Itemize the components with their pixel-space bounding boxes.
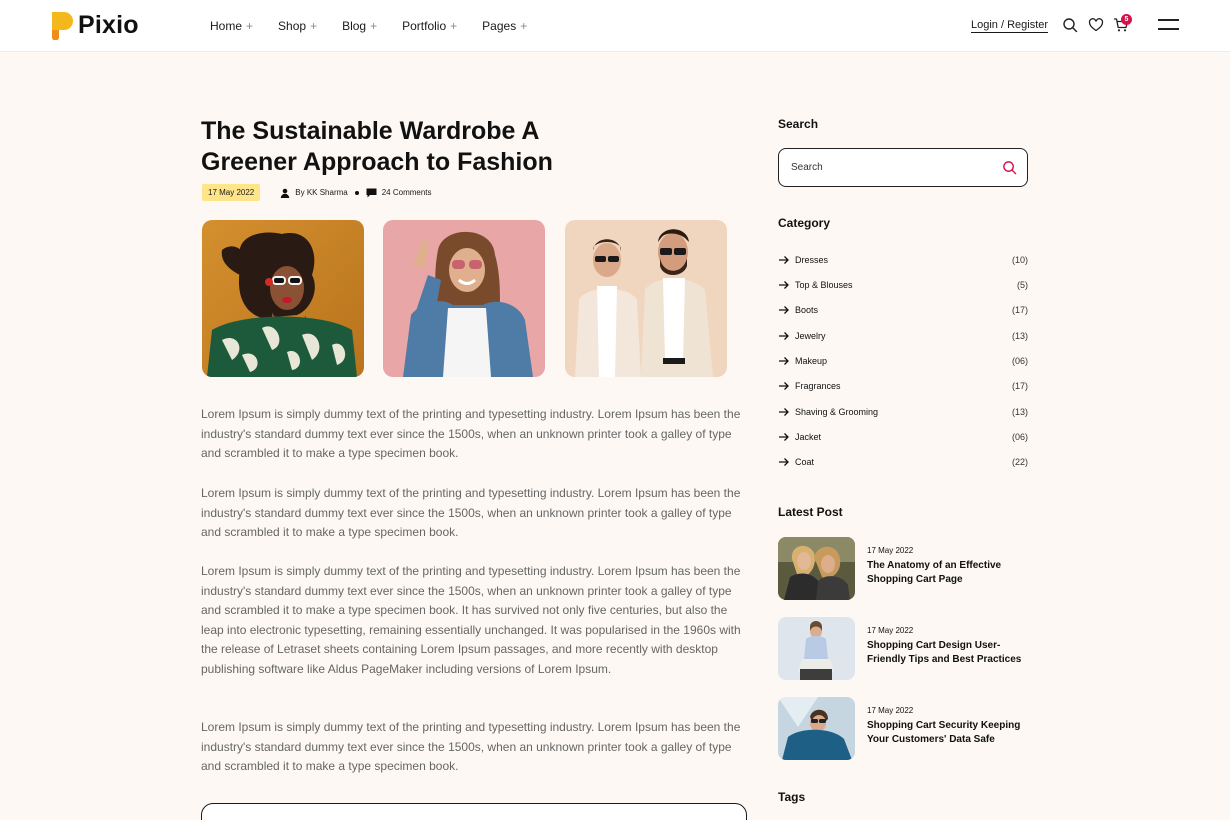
post-title: The Sustainable Wardrobe A Greener Appro… — [201, 117, 553, 176]
category-item-makeup[interactable]: Makeup (06) — [778, 353, 1028, 369]
arrow-right-icon — [779, 357, 789, 365]
search-heading: Search — [778, 117, 819, 131]
category-label: Fragrances — [795, 381, 841, 391]
arrow-right-icon — [779, 256, 789, 264]
category-count: (10) — [1011, 255, 1028, 265]
category-label: Coat — [795, 457, 815, 467]
latest-post-date: 17 May 2022 — [867, 546, 914, 555]
category-item-coat[interactable]: Coat (22) — [778, 454, 1028, 470]
latest-post-item[interactable]: 17 May 2022 Shopping Cart Design User-Fr… — [778, 617, 1028, 680]
post-meta: 17 May 2022 By KK Sharma 24 Comments — [202, 184, 432, 201]
plus-icon: + — [246, 19, 254, 33]
category-count: (06) — [1011, 432, 1028, 442]
gallery-image-woman-denim[interactable] — [383, 220, 545, 377]
category-item-shaving-grooming[interactable]: Shaving & Grooming (13) — [778, 404, 1028, 420]
login-register-link[interactable]: Login / Register — [971, 19, 1049, 33]
plus-icon: + — [450, 19, 458, 33]
latest-post-thumbnail — [778, 537, 855, 600]
nav-home-label: Home — [210, 19, 243, 33]
main-nav: Home + Shop + Blog + Portfolio + Pages + — [210, 0, 527, 52]
category-count: (13) — [1011, 331, 1028, 341]
latest-post-heading: Latest Post — [778, 505, 843, 519]
latest-post-thumbnail — [778, 617, 855, 680]
category-item-boots[interactable]: Boots (17) — [778, 302, 1028, 318]
latest-post-date: 17 May 2022 — [867, 706, 914, 715]
post-paragraph: Lorem Ipsum is simply dummy text of the … — [201, 407, 741, 461]
post-comments-label: 24 Comments — [381, 188, 432, 197]
post-paragraph: Lorem Ipsum is simply dummy text of the … — [201, 486, 741, 540]
latest-post-item[interactable]: 17 May 2022 Shopping Cart Security Keepi… — [778, 697, 1028, 760]
post-author[interactable]: By KK Sharma — [280, 188, 348, 198]
gallery-image-woman-sunglasses[interactable] — [202, 220, 364, 377]
category-label: Shaving & Grooming — [795, 407, 879, 417]
category-count: (13) — [1011, 407, 1028, 417]
arrow-right-icon — [779, 458, 789, 466]
category-item-jewelry[interactable]: Jewelry (13) — [778, 328, 1028, 344]
post-paragraph: Lorem Ipsum is simply dummy text of the … — [201, 720, 741, 774]
tags-heading: Tags — [778, 790, 806, 804]
post-date-badge: 17 May 2022 — [202, 184, 261, 201]
category-item-fragrances[interactable]: Fragrances (17) — [778, 378, 1028, 394]
category-heading: Category — [778, 216, 831, 230]
latest-post-title: Shopping Cart Design User-Friendly Tips … — [867, 640, 1022, 665]
site-header: Pixio Home + Shop + Blog + Portfolio + P… — [0, 0, 1230, 52]
nav-portfolio[interactable]: Portfolio + — [402, 19, 457, 33]
plus-icon: + — [310, 19, 318, 33]
search-input[interactable] — [791, 158, 981, 176]
user-icon — [281, 188, 290, 198]
category-label: Dresses — [795, 255, 829, 265]
arrow-right-icon — [779, 281, 789, 289]
meta-separator — [354, 190, 359, 195]
latest-post-title: The Anatomy of an Effective Shopping Car… — [867, 560, 1002, 585]
logo-text: Pixio — [78, 10, 139, 39]
category-label: Top & Blouses — [795, 280, 853, 290]
gallery-image-two-men-suits[interactable] — [565, 220, 727, 377]
latest-post-date: 17 May 2022 — [867, 626, 914, 635]
comment-icon — [366, 188, 377, 197]
arrow-right-icon — [779, 332, 789, 340]
nav-shop-label: Shop — [278, 19, 307, 33]
category-label: Boots — [795, 305, 819, 315]
latest-post-item[interactable]: 17 May 2022 The Anatomy of an Effective … — [778, 537, 1028, 600]
category-count: (5) — [1017, 280, 1028, 290]
cart-count-badge: 5 — [1121, 14, 1132, 25]
heart-icon[interactable] — [1088, 17, 1104, 33]
plus-icon: + — [520, 19, 528, 33]
post-comments[interactable]: 24 Comments — [366, 188, 432, 198]
nav-blog-label: Blog — [342, 19, 367, 33]
nav-portfolio-label: Portfolio — [402, 19, 447, 33]
latest-post-title: Shopping Cart Security Keeping Your Cust… — [867, 720, 1021, 745]
category-label: Jacket — [795, 432, 822, 442]
header-actions: Login / Register — [971, 0, 1049, 52]
nav-home[interactable]: Home + — [210, 19, 253, 33]
category-count: (22) — [1011, 457, 1028, 467]
arrow-right-icon — [779, 306, 789, 314]
category-item-dresses[interactable]: Dresses (10) — [778, 252, 1028, 268]
logo-mark-icon — [52, 12, 73, 40]
search-box — [778, 148, 1028, 187]
nav-blog[interactable]: Blog + — [342, 19, 377, 33]
comment-input-box[interactable] — [201, 803, 747, 820]
latest-post-thumbnail — [778, 697, 855, 760]
nav-shop[interactable]: Shop + — [278, 19, 317, 33]
logo[interactable]: Pixio — [50, 10, 139, 40]
plus-icon: + — [370, 19, 378, 33]
category-count: (17) — [1011, 381, 1028, 391]
category-count: (17) — [1011, 305, 1028, 315]
category-label: Makeup — [795, 356, 828, 366]
category-count: (06) — [1011, 356, 1028, 366]
search-icon[interactable] — [1062, 17, 1078, 33]
menu-icon[interactable] — [1158, 17, 1180, 33]
category-label: Jewelry — [795, 331, 826, 341]
nav-pages-label: Pages — [482, 19, 517, 33]
category-item-jacket[interactable]: Jacket (06) — [778, 429, 1028, 445]
arrow-right-icon — [779, 382, 789, 390]
nav-pages[interactable]: Pages + — [482, 19, 527, 33]
category-item-top-blouses[interactable]: Top & Blouses (5) — [778, 277, 1028, 293]
arrow-right-icon — [779, 433, 789, 441]
post-author-label: By KK Sharma — [295, 188, 348, 197]
arrow-right-icon — [779, 408, 789, 416]
post-paragraph: Lorem Ipsum is simply dummy text of the … — [201, 564, 741, 676]
search-icon[interactable] — [1002, 160, 1017, 175]
